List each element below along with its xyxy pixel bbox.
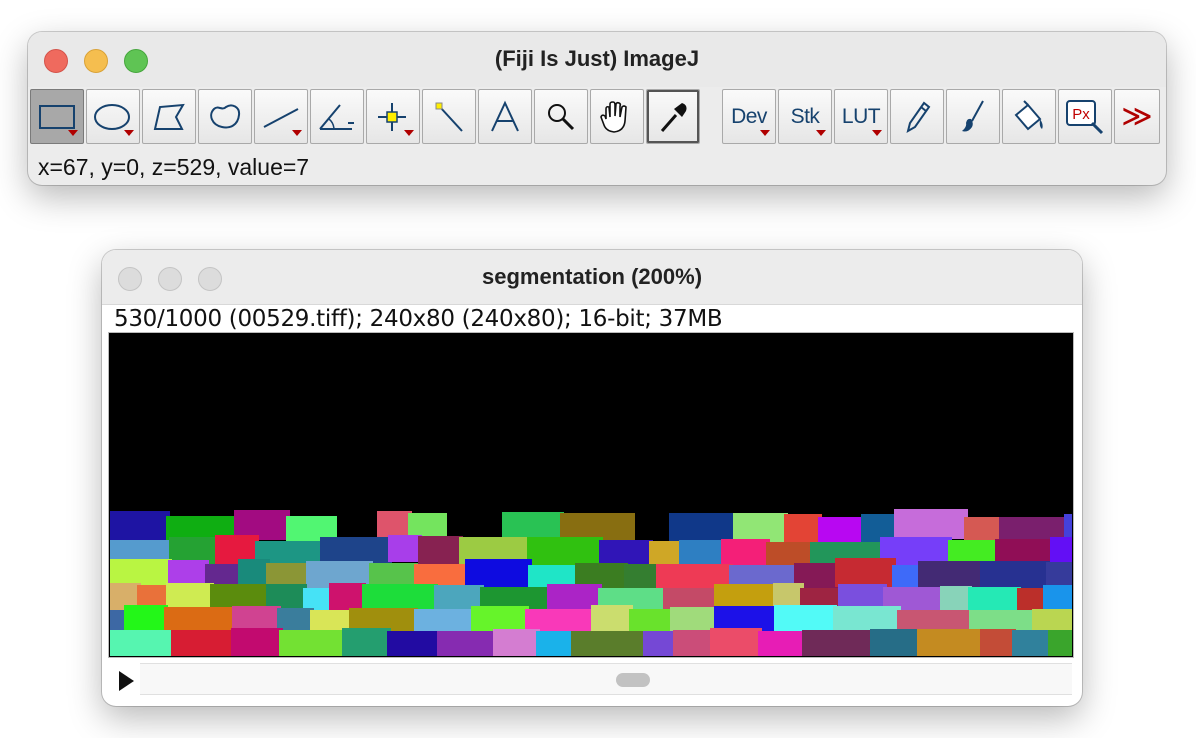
image-info: 530/1000 (00529.tiff); 240x80 (240x80); …	[114, 306, 723, 332]
image-canvas[interactable]	[109, 333, 1073, 657]
segment-region	[166, 583, 214, 610]
segment-region	[362, 584, 438, 611]
line-menu-indicator	[292, 130, 302, 136]
segment-region	[721, 539, 770, 568]
lut-menu-indicator	[872, 130, 882, 136]
brush-tool[interactable]	[946, 89, 1000, 144]
dropper-tool[interactable]	[646, 89, 700, 144]
segment-region	[387, 631, 441, 656]
magnifier-icon	[548, 103, 575, 130]
segment-region	[320, 537, 392, 563]
point-menu-indicator	[404, 130, 414, 136]
segment-region	[643, 631, 677, 656]
segment-region	[418, 536, 463, 567]
segment-region	[980, 629, 1016, 656]
segment-region	[110, 630, 175, 656]
stk-menu-indicator	[816, 130, 826, 136]
segment-region	[591, 605, 633, 632]
toolbar: Dev Stk LUT Px ≫	[30, 89, 1160, 145]
zoom-tool[interactable]	[534, 89, 588, 144]
segment-region	[571, 631, 647, 656]
imagej-main-window: (Fiji Is Just) ImageJ Dev Stk LUT Px ≫ x…	[28, 32, 1166, 185]
segment-region	[1012, 630, 1052, 656]
window-title: (Fiji Is Just) ImageJ	[494, 46, 700, 71]
slice-scrollbar[interactable]	[140, 663, 1072, 695]
segment-region	[329, 583, 366, 611]
point-tool[interactable]	[366, 89, 420, 144]
text-icon	[491, 100, 519, 131]
polygon-tool[interactable]	[142, 89, 196, 144]
segment-region	[710, 628, 762, 656]
dev-menu[interactable]: Dev	[722, 89, 776, 144]
angle-tool[interactable]	[310, 89, 364, 144]
polygon-icon	[153, 103, 185, 130]
segmentation-titlebar[interactable]: segmentation (200%)	[102, 250, 1082, 305]
more-tools[interactable]: ≫	[1114, 89, 1160, 144]
pixel-inspector-label: Px	[1072, 106, 1090, 123]
segment-region	[649, 541, 683, 567]
freehand-tool[interactable]	[198, 89, 252, 144]
wand-icon	[435, 102, 463, 132]
rectangle-tool[interactable]	[30, 89, 84, 144]
segment-region	[493, 629, 540, 656]
segment-region	[536, 631, 575, 656]
pixel-inspector-icon: Px	[1066, 99, 1104, 134]
window-title: segmentation (200%)	[481, 264, 703, 289]
segmentation-image	[110, 509, 1072, 656]
angle-icon	[319, 103, 354, 130]
segment-region	[342, 628, 391, 656]
segment-region	[124, 605, 168, 632]
pencil-tool[interactable]	[890, 89, 944, 144]
dev-menu-label: Dev	[731, 104, 767, 128]
segment-region	[437, 631, 497, 656]
segment-region	[279, 630, 346, 656]
segment-region	[388, 535, 422, 562]
segment-region	[1048, 630, 1072, 656]
segment-region	[802, 630, 874, 656]
oval-tool[interactable]	[86, 89, 140, 144]
lut-menu-label: LUT	[841, 104, 881, 128]
pencil-icon	[906, 101, 931, 133]
oval-menu-indicator	[124, 130, 134, 136]
hand-tool[interactable]	[590, 89, 644, 144]
segmentation-window: segmentation (200%) 530/1000 (00529.tiff…	[102, 250, 1082, 706]
status-bar: x=67, y=0, z=529, value=7	[38, 154, 310, 180]
segment-region	[758, 631, 806, 656]
lut-menu[interactable]: LUT	[834, 89, 888, 144]
segment-region	[774, 605, 837, 634]
rectangle-menu-indicator	[68, 130, 78, 136]
stk-menu-label: Stk	[790, 104, 820, 128]
main-titlebar[interactable]: (Fiji Is Just) ImageJ	[28, 32, 1166, 87]
wand-tool[interactable]	[422, 89, 476, 144]
segment-region	[171, 630, 235, 656]
segment-region	[870, 629, 921, 656]
brush-icon	[962, 100, 984, 131]
double-chevron-icon: ≫	[1121, 98, 1153, 134]
play-animation-button[interactable]	[119, 671, 134, 691]
segment-region	[465, 559, 532, 589]
segment-region	[231, 628, 283, 656]
segment-region	[917, 629, 984, 656]
paint-bucket-icon	[1014, 99, 1043, 130]
slice-scrollbar-thumb[interactable]	[616, 673, 650, 687]
freehand-icon	[210, 103, 241, 128]
line-tool[interactable]	[254, 89, 308, 144]
dropper-icon	[660, 102, 687, 132]
hand-icon	[600, 100, 627, 133]
dev-menu-indicator	[760, 130, 770, 136]
flood-fill-tool[interactable]	[1002, 89, 1056, 144]
segment-region	[673, 630, 714, 656]
stk-menu[interactable]: Stk	[778, 89, 832, 144]
pixel-inspector-tool[interactable]: Px	[1058, 89, 1112, 144]
segment-region	[835, 558, 896, 587]
segment-region	[894, 509, 968, 539]
segment-region	[560, 513, 635, 541]
text-tool[interactable]	[478, 89, 532, 144]
